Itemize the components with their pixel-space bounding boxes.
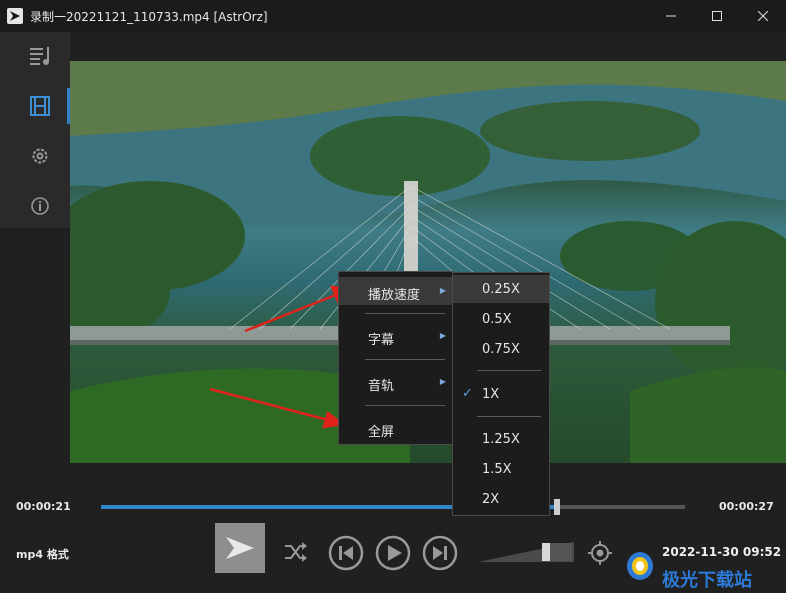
minimize-button[interactable] [648, 0, 694, 32]
window-title: 录制一20221121_110733.mp4 [AstrOrz] [30, 10, 268, 24]
submenu-arrow-icon: ▶ [439, 286, 446, 295]
watermark-text: 极光下载站 [662, 570, 752, 591]
menu-divider [365, 313, 445, 314]
maximize-icon [712, 11, 722, 21]
speed-option-2x[interactable]: 2X [453, 485, 549, 513]
menu-divider [477, 370, 541, 371]
minimize-icon [666, 15, 676, 17]
next-button[interactable] [422, 535, 458, 571]
watermark-logo [627, 552, 653, 580]
sidebar-item-playlist[interactable] [0, 32, 70, 80]
play-button[interactable] [375, 535, 411, 571]
maximize-button[interactable] [694, 0, 740, 32]
submenu-arrow-icon: ▶ [439, 377, 446, 386]
menu-divider [365, 359, 445, 360]
speed-submenu: 0.25X 0.5X 0.75X ✓ 1X 1.25X 1.5X 2X [452, 272, 550, 516]
total-time: 00:00:27 [719, 500, 774, 513]
progress-bar[interactable] [101, 499, 685, 515]
current-time: 00:00:21 [16, 500, 71, 513]
speed-option-1x[interactable]: ✓ 1X [453, 380, 549, 408]
close-button[interactable] [740, 0, 786, 32]
menu-divider [365, 405, 445, 406]
speed-option-0.25x[interactable]: 0.25X [453, 275, 549, 303]
menu-item-playback-speed[interactable]: 播放速度 ▶ [339, 277, 453, 305]
submenu-arrow-icon: ▶ [439, 331, 446, 340]
title-bar: 录制一20221121_110733.mp4 [AstrOrz] [0, 0, 786, 32]
progress-handle[interactable] [553, 499, 560, 515]
speed-option-0.5x[interactable]: 0.5X [453, 305, 549, 333]
volume-slider[interactable] [478, 542, 574, 562]
target-icon[interactable] [588, 541, 612, 565]
format-label: mp4 格式 [16, 548, 69, 561]
app-logo-button[interactable] [215, 523, 265, 573]
menu-item-fullscreen[interactable]: 全屏 [339, 414, 453, 442]
play-logo-icon [226, 537, 254, 559]
speed-option-1.5x[interactable]: 1.5X [453, 455, 549, 483]
sidebar [0, 32, 70, 228]
menu-divider [477, 416, 541, 417]
datetime-label: 2022-11-30 09:52 [662, 545, 782, 559]
sidebar-item-video[interactable] [0, 82, 70, 130]
context-menu: 播放速度 ▶ 字幕 ▶ 音轨 ▶ 全屏 [338, 271, 454, 445]
gear-icon [32, 148, 48, 164]
film-icon [30, 96, 50, 116]
menu-item-audio-track[interactable]: 音轨 ▶ [339, 368, 453, 396]
info-icon [31, 197, 49, 215]
app-logo-icon [7, 8, 23, 24]
sidebar-item-settings[interactable] [0, 132, 70, 180]
speed-option-0.75x[interactable]: 0.75X [453, 335, 549, 363]
menu-item-subtitles[interactable]: 字幕 ▶ [339, 322, 453, 350]
playlist-icon [30, 47, 49, 65]
shuffle-icon[interactable] [283, 539, 309, 565]
previous-button[interactable] [328, 535, 364, 571]
speed-option-1.25x[interactable]: 1.25X [453, 425, 549, 453]
sidebar-item-info[interactable] [0, 182, 70, 230]
checkmark-icon: ✓ [462, 386, 473, 401]
close-icon [758, 11, 768, 21]
